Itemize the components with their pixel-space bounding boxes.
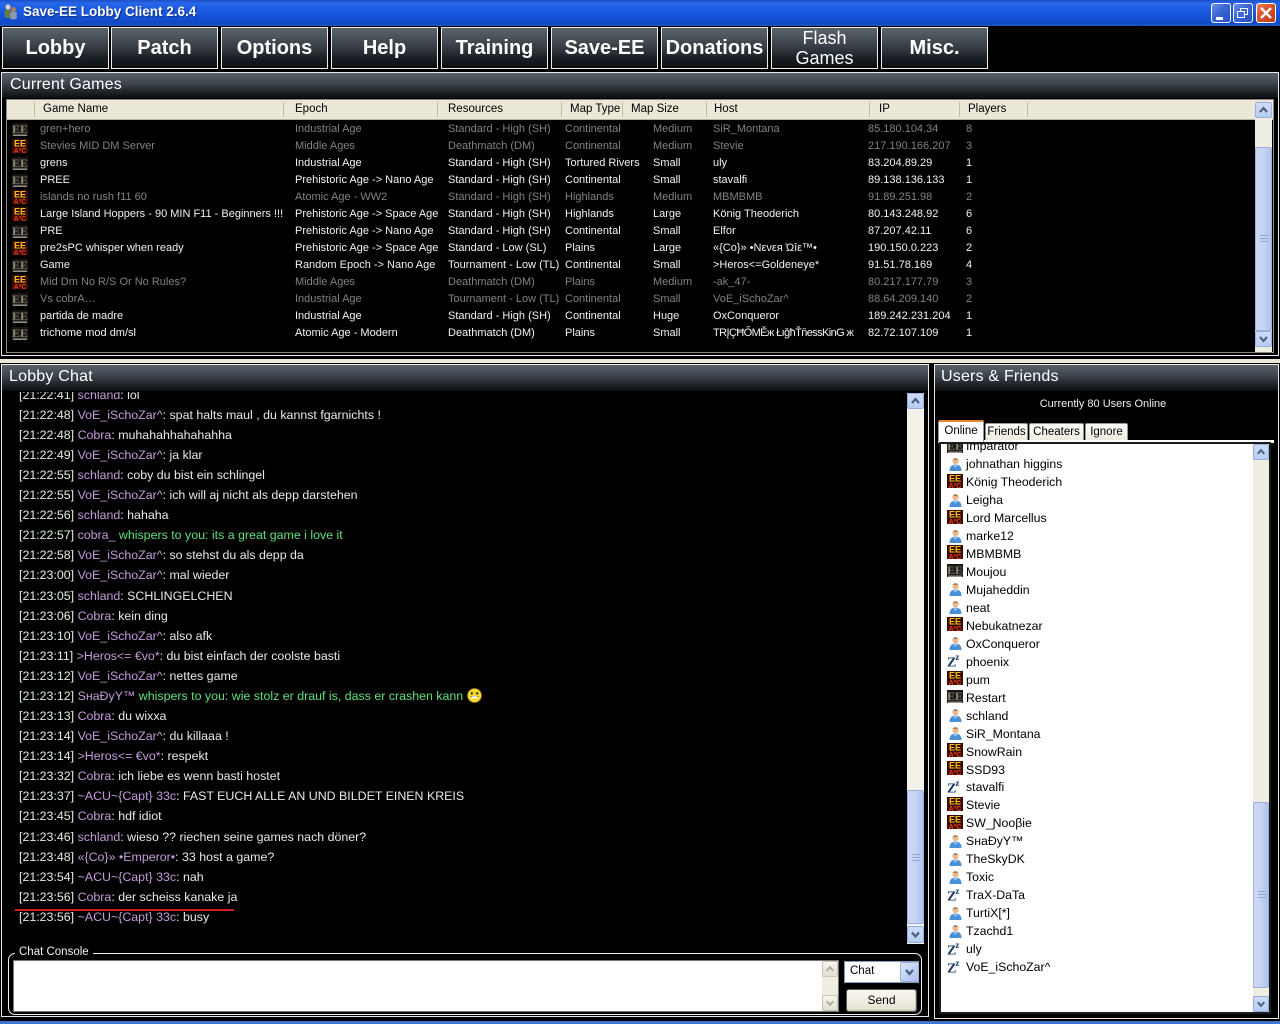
svg-text:AºC: AºC — [949, 680, 962, 685]
svg-text:EE: EE — [12, 225, 28, 238]
svg-text:AºC: AºC — [14, 199, 27, 204]
svg-text:AºC: AºC — [949, 770, 962, 775]
svg-text:EE: EE — [12, 310, 28, 323]
svg-text:AºC: AºC — [14, 148, 27, 153]
svg-text:EE: EE — [12, 293, 28, 306]
svg-text:EE: EE — [947, 690, 963, 703]
svg-text:AºC: AºC — [14, 250, 27, 255]
svg-text:EE: EE — [12, 259, 28, 272]
svg-text:AºC: AºC — [949, 554, 962, 559]
svg-text:AºC: AºC — [949, 626, 962, 631]
svg-text:AºC: AºC — [14, 284, 27, 289]
svg-text:AºC: AºC — [14, 216, 27, 221]
svg-text:AºC: AºC — [949, 483, 962, 488]
svg-text:EE: EE — [12, 157, 28, 170]
svg-text:EE: EE — [12, 174, 28, 187]
svg-text:AºC: AºC — [949, 519, 962, 524]
svg-text:EE: EE — [12, 123, 28, 136]
svg-text:EE: EE — [947, 442, 963, 453]
svg-text:AºC: AºC — [949, 824, 962, 829]
svg-text:EE: EE — [12, 327, 28, 340]
svg-text:AºC: AºC — [949, 752, 962, 757]
svg-text:EE: EE — [947, 564, 963, 577]
svg-text:AºC: AºC — [949, 806, 962, 811]
